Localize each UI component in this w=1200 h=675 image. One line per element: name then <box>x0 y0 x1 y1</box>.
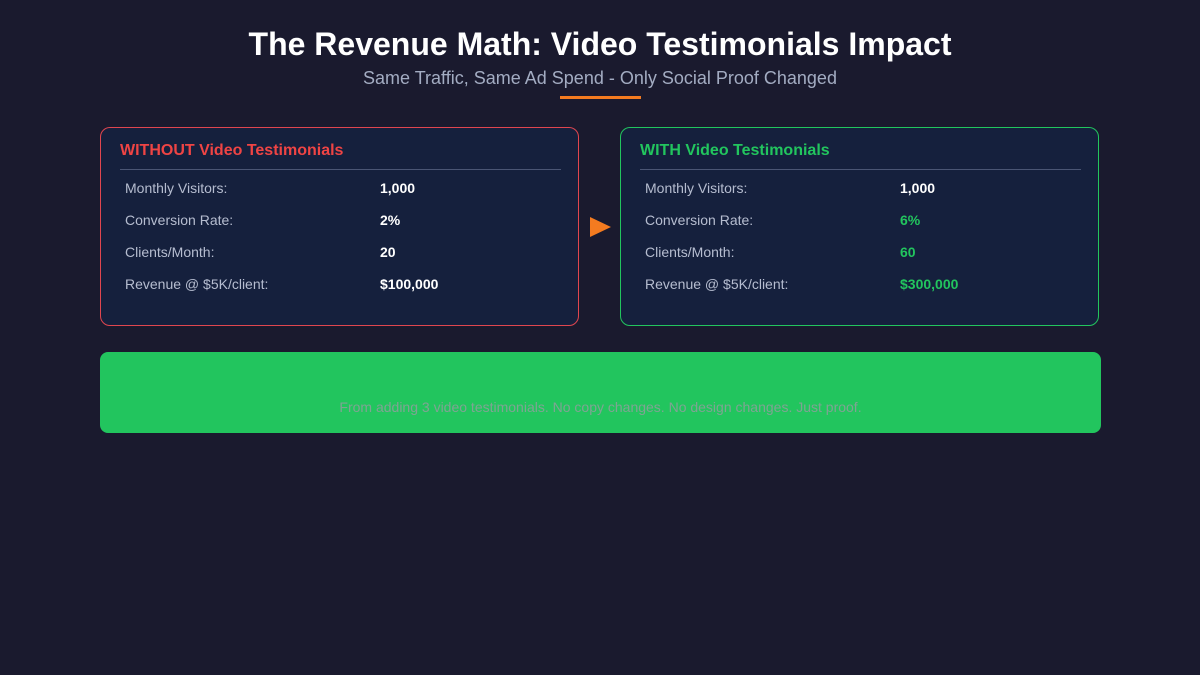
page-subtitle: Same Traffic, Same Ad Spend - Only Socia… <box>363 68 837 88</box>
row-label: Conversion Rate: <box>645 212 754 228</box>
card-title: WITH Video Testimonials <box>640 142 830 159</box>
row-value: $100,000 <box>380 276 439 292</box>
row-value: 2% <box>380 212 401 228</box>
row-conversion-rate: Conversion Rate: 2% <box>125 210 555 230</box>
row-clients-month: Clients/Month: 60 <box>645 242 1075 262</box>
banner-text: From adding 3 video testimonials. No cop… <box>339 399 862 415</box>
row-label: Revenue @ $5K/client: <box>645 276 789 292</box>
row-conversion-rate: Conversion Rate: 6% <box>645 210 1075 230</box>
row-value: $300,000 <box>900 276 959 292</box>
row-revenue: Revenue @ $5K/client: $300,000 <box>645 274 1075 294</box>
row-label: Conversion Rate: <box>125 212 234 228</box>
row-label: Clients/Month: <box>645 244 735 260</box>
result-banner: From adding 3 video testimonials. No cop… <box>100 352 1101 433</box>
row-monthly-visitors: Monthly Visitors: 1,000 <box>125 178 555 198</box>
row-monthly-visitors: Monthly Visitors: 1,000 <box>645 178 1075 198</box>
row-value: 20 <box>380 244 396 260</box>
row-value: 6% <box>900 212 921 228</box>
row-clients-month: Clients/Month: 20 <box>125 242 555 262</box>
row-label: Monthly Visitors: <box>645 180 748 196</box>
without-testimonials-card: WITHOUT Video Testimonials Monthly Visit… <box>100 127 579 326</box>
card-title: WITHOUT Video Testimonials <box>120 142 344 159</box>
row-label: Monthly Visitors: <box>125 180 228 196</box>
row-value: 60 <box>900 244 916 260</box>
row-label: Revenue @ $5K/client: <box>125 276 269 292</box>
with-testimonials-card: WITH Video Testimonials Monthly Visitors… <box>620 127 1099 326</box>
play-arrow-icon <box>590 217 611 237</box>
row-revenue: Revenue @ $5K/client: $100,000 <box>125 274 555 294</box>
card-divider <box>120 169 561 170</box>
row-label: Clients/Month: <box>125 244 215 260</box>
title-underline <box>560 96 641 99</box>
row-value: 1,000 <box>380 180 416 196</box>
row-value: 1,000 <box>900 180 936 196</box>
page-title: The Revenue Math: Video Testimonials Imp… <box>248 26 952 62</box>
card-divider <box>640 169 1081 170</box>
